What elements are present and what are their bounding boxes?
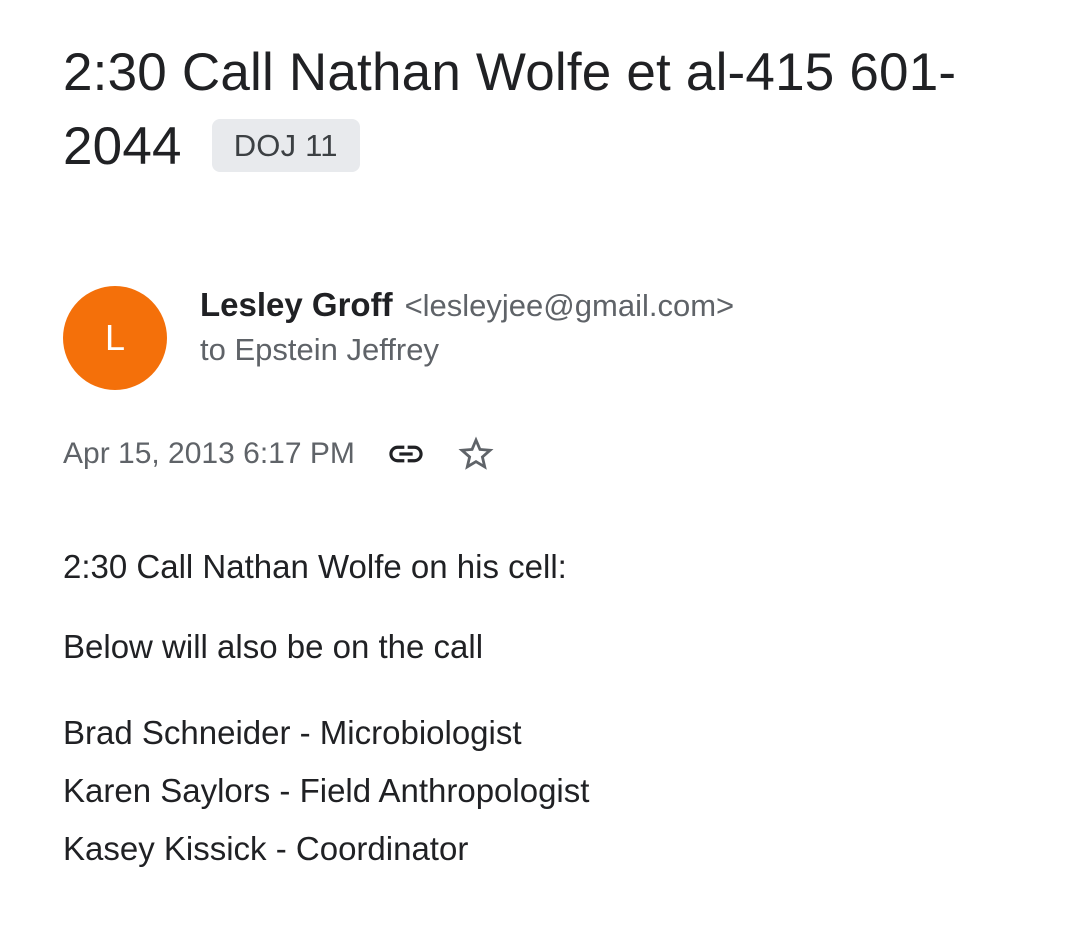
link-icon[interactable] <box>383 431 429 477</box>
subject-text: 2:30 Call Nathan Wolfe et al-415 601-204… <box>63 43 957 176</box>
attendee-line: Kasey Kissick - Coordinator <box>63 830 469 867</box>
recipient-line[interactable]: to Epstein Jeffrey <box>200 332 439 368</box>
email-view: 2:30 Call Nathan Wolfe et al-415 601-204… <box>0 0 1079 943</box>
sender-email: <lesleyjee@gmail.com> <box>404 288 735 323</box>
date-row: Apr 15, 2013 6:17 PM <box>63 434 499 474</box>
label-chip[interactable]: DOJ 11 <box>211 118 360 172</box>
avatar[interactable]: L <box>63 286 167 390</box>
attendee-line: Brad Schneider - Microbiologist <box>63 714 522 751</box>
email-subject: 2:30 Call Nathan Wolfe et al-415 601-204… <box>63 36 1043 184</box>
body-line: 2:30 Call Nathan Wolfe on his cell: <box>63 548 567 585</box>
attendee-line: Karen Saylors - Field Anthropologist <box>63 772 590 809</box>
sender-name[interactable]: Lesley Groff <box>200 286 393 323</box>
email-date: Apr 15, 2013 6:17 PM <box>63 437 355 470</box>
star-icon[interactable] <box>453 431 499 477</box>
avatar-initial: L <box>104 317 126 358</box>
email-body: 2:30 Call Nathan Wolfe on his cell: Belo… <box>63 545 1043 878</box>
sender-line: Lesley Groff <lesleyjee@gmail.com> <box>200 286 734 324</box>
body-line: Below will also be on the call <box>63 628 484 665</box>
